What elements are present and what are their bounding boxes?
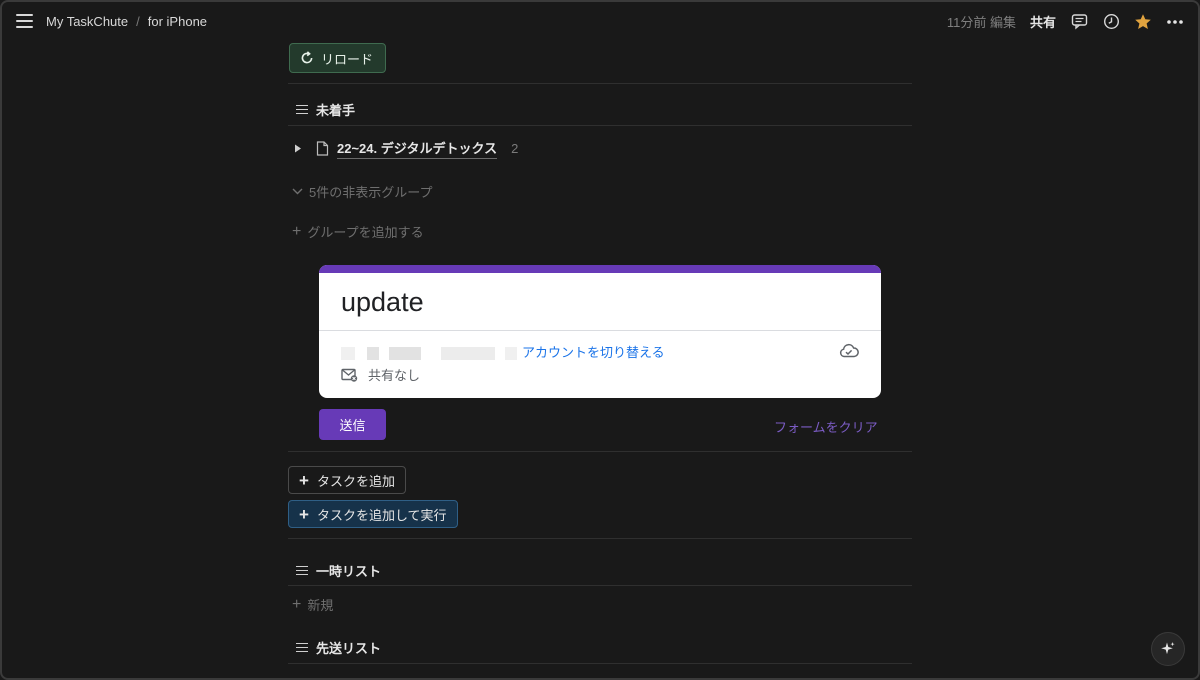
section-title: 未着手 bbox=[316, 103, 356, 118]
switch-account-link[interactable]: アカウントを切り替える bbox=[522, 342, 665, 361]
add-and-run-label: タスクを追加して実行 bbox=[316, 507, 447, 523]
top-bar: My TaskChute / for iPhone 11分前 編集 共有 bbox=[0, 0, 1200, 44]
embedded-form: update アカウントを切り替える 共有なし bbox=[319, 265, 881, 398]
divider bbox=[288, 125, 912, 126]
section-title: 一時リスト bbox=[316, 564, 382, 579]
new-item-label: 新規 bbox=[307, 598, 334, 613]
clear-form-link[interactable]: フォームをクリア bbox=[774, 417, 878, 436]
add-and-run-task-button[interactable]: + タスクを追加して実行 bbox=[288, 500, 458, 528]
form-title: update bbox=[341, 287, 424, 317]
not-shared-row: 共有なし bbox=[341, 365, 420, 384]
ai-sparkle-button[interactable] bbox=[1151, 632, 1185, 666]
new-item-button[interactable]: + 新規 bbox=[292, 595, 333, 614]
reload-label: リロード bbox=[321, 51, 374, 67]
divider bbox=[288, 83, 912, 84]
plus-icon: + bbox=[292, 595, 302, 613]
menu-icon[interactable] bbox=[16, 14, 33, 28]
chevron-down-icon bbox=[292, 188, 303, 195]
not-shared-label: 共有なし bbox=[368, 368, 421, 383]
sparkle-icon bbox=[1161, 642, 1175, 655]
plus-icon: + bbox=[299, 504, 309, 524]
history-clock-icon[interactable] bbox=[1102, 13, 1120, 31]
plus-icon: + bbox=[299, 470, 309, 490]
share-button[interactable]: 共有 bbox=[1030, 12, 1056, 31]
submit-button[interactable]: 送信 bbox=[319, 409, 386, 440]
more-options-icon[interactable] bbox=[1166, 13, 1184, 31]
task-count: 2 bbox=[511, 141, 519, 156]
list-icon bbox=[296, 565, 308, 576]
add-group-button[interactable]: + グループを追加する bbox=[292, 222, 424, 241]
favorite-star-icon[interactable] bbox=[1134, 13, 1152, 31]
breadcrumb-workspace[interactable]: My TaskChute bbox=[46, 14, 128, 29]
divider bbox=[288, 663, 912, 664]
edited-timestamp[interactable]: 11分前 編集 bbox=[947, 12, 1016, 31]
form-divider bbox=[319, 330, 881, 331]
comment-icon[interactable] bbox=[1070, 13, 1088, 31]
section-title: 先送リスト bbox=[316, 641, 382, 656]
reload-button[interactable]: リロード bbox=[289, 43, 387, 73]
refresh-icon bbox=[301, 51, 313, 64]
add-task-label: タスクを追加 bbox=[316, 473, 395, 489]
list-icon bbox=[296, 104, 308, 115]
breadcrumb: My TaskChute / for iPhone bbox=[46, 14, 207, 29]
mail-off-icon bbox=[341, 368, 358, 382]
divider bbox=[288, 538, 912, 539]
redacted-email bbox=[441, 347, 495, 360]
redacted-email bbox=[367, 347, 379, 360]
cloud-saved-icon[interactable] bbox=[839, 343, 859, 363]
task-group-title[interactable]: 22~24. デジタルデトックス bbox=[337, 138, 498, 159]
redacted-email bbox=[505, 347, 517, 360]
list-icon bbox=[296, 642, 308, 653]
expand-triangle-icon[interactable] bbox=[294, 144, 302, 153]
redacted-email bbox=[389, 347, 421, 360]
add-group-label: グループを追加する bbox=[307, 225, 424, 240]
top-actions: 11分前 編集 共有 bbox=[947, 12, 1184, 31]
hidden-groups-toggle[interactable]: 5件の非表示グループ bbox=[292, 182, 432, 201]
plus-icon: + bbox=[292, 222, 302, 240]
section-temp-list[interactable]: 一時リスト bbox=[296, 561, 381, 580]
hidden-groups-label: 5件の非表示グループ bbox=[309, 185, 433, 200]
breadcrumb-page[interactable]: for iPhone bbox=[148, 14, 207, 29]
page-icon bbox=[316, 141, 329, 156]
divider bbox=[288, 451, 912, 452]
breadcrumb-separator: / bbox=[136, 14, 140, 29]
task-group-row[interactable]: 22~24. デジタルデトックス 2 bbox=[294, 138, 518, 159]
form-accent-bar bbox=[319, 265, 881, 273]
add-task-button[interactable]: + タスクを追加 bbox=[288, 466, 406, 494]
divider bbox=[288, 585, 912, 586]
redacted-email bbox=[341, 347, 355, 360]
section-untouched[interactable]: 未着手 bbox=[296, 100, 355, 119]
section-postpone-list[interactable]: 先送リスト bbox=[296, 638, 381, 657]
